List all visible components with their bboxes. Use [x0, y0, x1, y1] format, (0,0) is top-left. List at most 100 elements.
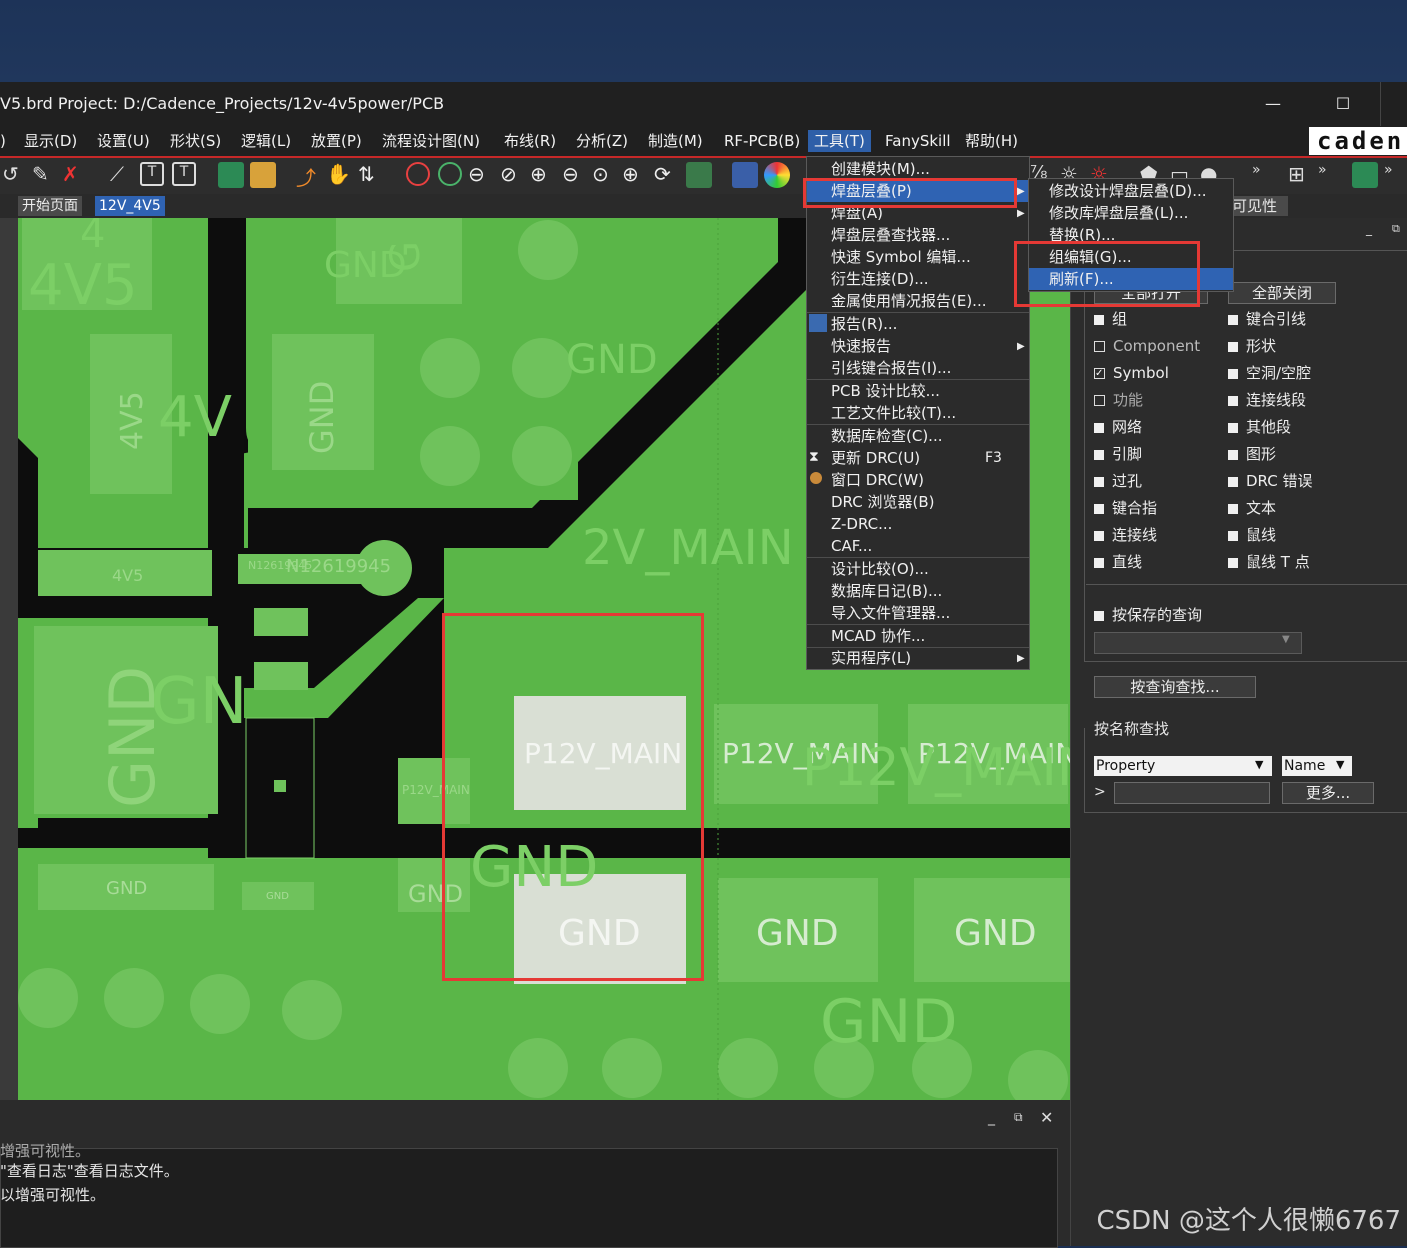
checkbox-icon[interactable]: [1094, 557, 1104, 568]
console-close-icon[interactable]: ✕: [1040, 1108, 1053, 1127]
menu-techfile-compare[interactable]: 工艺文件比较(T)...: [831, 402, 956, 424]
menu-update-drc[interactable]: 更新 DRC(U): [831, 447, 920, 469]
menu-padstack-finder[interactable]: 焊盘层叠查找器...: [831, 224, 950, 246]
zoom-prev-icon[interactable]: ⊙: [592, 162, 618, 188]
saved-query-option[interactable]: 按保存的查询: [1094, 604, 1202, 626]
zoom-out-icon[interactable]: ⊖: [562, 162, 588, 188]
menu-modify-design-padstack[interactable]: 修改设计焊盘层叠(D)...: [1049, 180, 1207, 202]
name-search-input[interactable]: [1114, 782, 1270, 804]
more-icon-3[interactable]: »: [1384, 162, 1407, 188]
vis-shapes[interactable]: 形状: [1228, 335, 1312, 362]
menu-help[interactable]: 帮助(H): [965, 130, 1018, 152]
menu-create-module[interactable]: 创建模块(M)...: [831, 158, 930, 180]
menu-wirebond-report[interactable]: 引线键合报告(I)...: [831, 357, 951, 379]
globe-icon[interactable]: [438, 162, 462, 186]
menu-quick-symbol-edit[interactable]: 快速 Symbol 编辑...: [831, 246, 971, 268]
console-float-icon[interactable]: ⧉: [1014, 1110, 1023, 1125]
vis-net[interactable]: 网络: [1094, 416, 1200, 443]
checkbox-icon[interactable]: [1094, 395, 1105, 406]
menu-window-drc[interactable]: 窗口 DRC(W): [831, 469, 924, 491]
tab-design[interactable]: 12V_4V5: [95, 196, 165, 216]
menu-import-file-manager[interactable]: 导入文件管理器...: [831, 602, 950, 624]
route-icon[interactable]: ⤴: [296, 162, 322, 190]
checkbox-icon[interactable]: [1228, 476, 1238, 487]
vis-symbol[interactable]: ✓ Symbol: [1094, 362, 1200, 389]
menu-reports[interactable]: 报告(R)...: [831, 313, 897, 335]
drc-icon[interactable]: [406, 162, 430, 186]
menu-quick-reports[interactable]: 快速报告: [831, 335, 891, 357]
vis-clines[interactable]: 连接线: [1094, 524, 1200, 551]
zoom-in-icon[interactable]: ⊕: [530, 162, 556, 188]
minimize-button[interactable]: —: [1258, 92, 1288, 116]
text-icon[interactable]: T: [140, 162, 164, 186]
menu-fanyskill[interactable]: FanySkill: [885, 130, 951, 152]
menu-place[interactable]: 放置(P): [311, 130, 362, 152]
checkbox-icon[interactable]: [1228, 341, 1238, 352]
menu-mcad-collab[interactable]: MCAD 协作...: [831, 625, 925, 647]
vis-pin[interactable]: 引脚: [1094, 443, 1200, 470]
checkbox-icon[interactable]: [1094, 610, 1104, 621]
vis-other-segs[interactable]: 其他段: [1228, 416, 1312, 443]
saved-query-select[interactable]: [1094, 632, 1302, 654]
vis-function[interactable]: 功能: [1094, 389, 1200, 416]
menu-database-journal[interactable]: 数据库日记(B)...: [831, 580, 942, 602]
menu-derive-connectivity[interactable]: 衍生连接(D)...: [831, 268, 929, 290]
menu-utilities[interactable]: 实用程序(L): [831, 647, 911, 669]
menu-z-drc[interactable]: Z-DRC...: [831, 513, 892, 535]
menu-tools[interactable]: 工具(T): [808, 130, 871, 152]
unpin-icon[interactable]: ✗: [62, 162, 88, 188]
tab-start-page[interactable]: 开始页面: [18, 196, 82, 216]
panel-minimize-icon[interactable]: _: [1366, 222, 1372, 236]
redraw-icon[interactable]: ⟳: [654, 162, 680, 188]
menu-display[interactable]: 显示(D): [24, 130, 77, 152]
slide-icon[interactable]: ✋: [326, 162, 352, 188]
menu-drc-browser[interactable]: DRC 浏览器(B): [831, 491, 934, 513]
grid-icon[interactable]: [732, 162, 758, 188]
vis-text[interactable]: 文本: [1228, 497, 1312, 524]
vis-via[interactable]: 过孔: [1094, 470, 1200, 497]
menu-route[interactable]: 布线(R): [504, 130, 556, 152]
checkbox-icon[interactable]: [1228, 503, 1238, 514]
swap-icon[interactable]: ⇅: [358, 162, 384, 188]
report-icon[interactable]: [1352, 162, 1378, 188]
checkbox-icon[interactable]: [1228, 422, 1238, 433]
checkbox-icon[interactable]: [1228, 449, 1238, 460]
pin-icon[interactable]: ✎: [32, 162, 58, 188]
checkbox-icon[interactable]: [1094, 341, 1105, 352]
menu-caf[interactable]: CAF...: [831, 535, 872, 557]
panel-float-icon[interactable]: ⧉: [1392, 222, 1400, 236]
menu-metal-usage-report[interactable]: 金属使用情况报告(E)...: [831, 290, 987, 312]
checkbox-icon[interactable]: [1228, 530, 1238, 541]
maximize-button[interactable]: ☐: [1328, 92, 1358, 116]
panel-title-visibility[interactable]: 可见性: [1230, 196, 1288, 216]
checkbox-icon[interactable]: [1094, 314, 1104, 325]
more-button[interactable]: 更多...: [1282, 782, 1374, 804]
menu-analyze[interactable]: 分析(Z): [576, 130, 628, 152]
vis-bondfinger[interactable]: 键合指: [1094, 497, 1200, 524]
more-icon[interactable]: »: [1252, 162, 1278, 188]
checkmark-icon[interactable]: ✓: [1094, 368, 1105, 379]
vis-cline-segs[interactable]: 连接线段: [1228, 389, 1312, 416]
checkbox-icon[interactable]: [1094, 530, 1104, 541]
find-by-query-button[interactable]: 按查询查找...: [1094, 676, 1256, 698]
3d-view-icon[interactable]: [686, 162, 712, 188]
property-select[interactable]: Property: [1094, 756, 1272, 776]
text-edit-icon[interactable]: T: [172, 162, 196, 186]
vis-lines[interactable]: 直线: [1094, 551, 1200, 578]
menu-database-check[interactable]: 数据库检查(C)...: [831, 425, 942, 447]
menu-shape[interactable]: 形状(S): [170, 130, 221, 152]
checkbox-icon[interactable]: [1094, 476, 1104, 487]
more-icon-2[interactable]: »: [1318, 162, 1344, 188]
vis-bondwire[interactable]: 键合引线: [1228, 308, 1312, 335]
menu-manufacture[interactable]: 制造(M): [648, 130, 703, 152]
vis-figures[interactable]: 图形: [1228, 443, 1312, 470]
menu-rfpcb[interactable]: RF-PCB(B): [724, 130, 800, 152]
vis-component[interactable]: Component: [1094, 335, 1200, 362]
checkbox-icon[interactable]: [1094, 449, 1104, 460]
zoom-center-icon[interactable]: ⊕: [622, 162, 648, 188]
zoom-fit-icon[interactable]: ⊖: [468, 162, 494, 188]
menu-setup[interactable]: 设置(U): [97, 130, 150, 152]
component-icon[interactable]: [218, 162, 244, 188]
console-minimize-icon[interactable]: _: [988, 1110, 995, 1126]
vis-drc-errors[interactable]: DRC 错误: [1228, 470, 1312, 497]
